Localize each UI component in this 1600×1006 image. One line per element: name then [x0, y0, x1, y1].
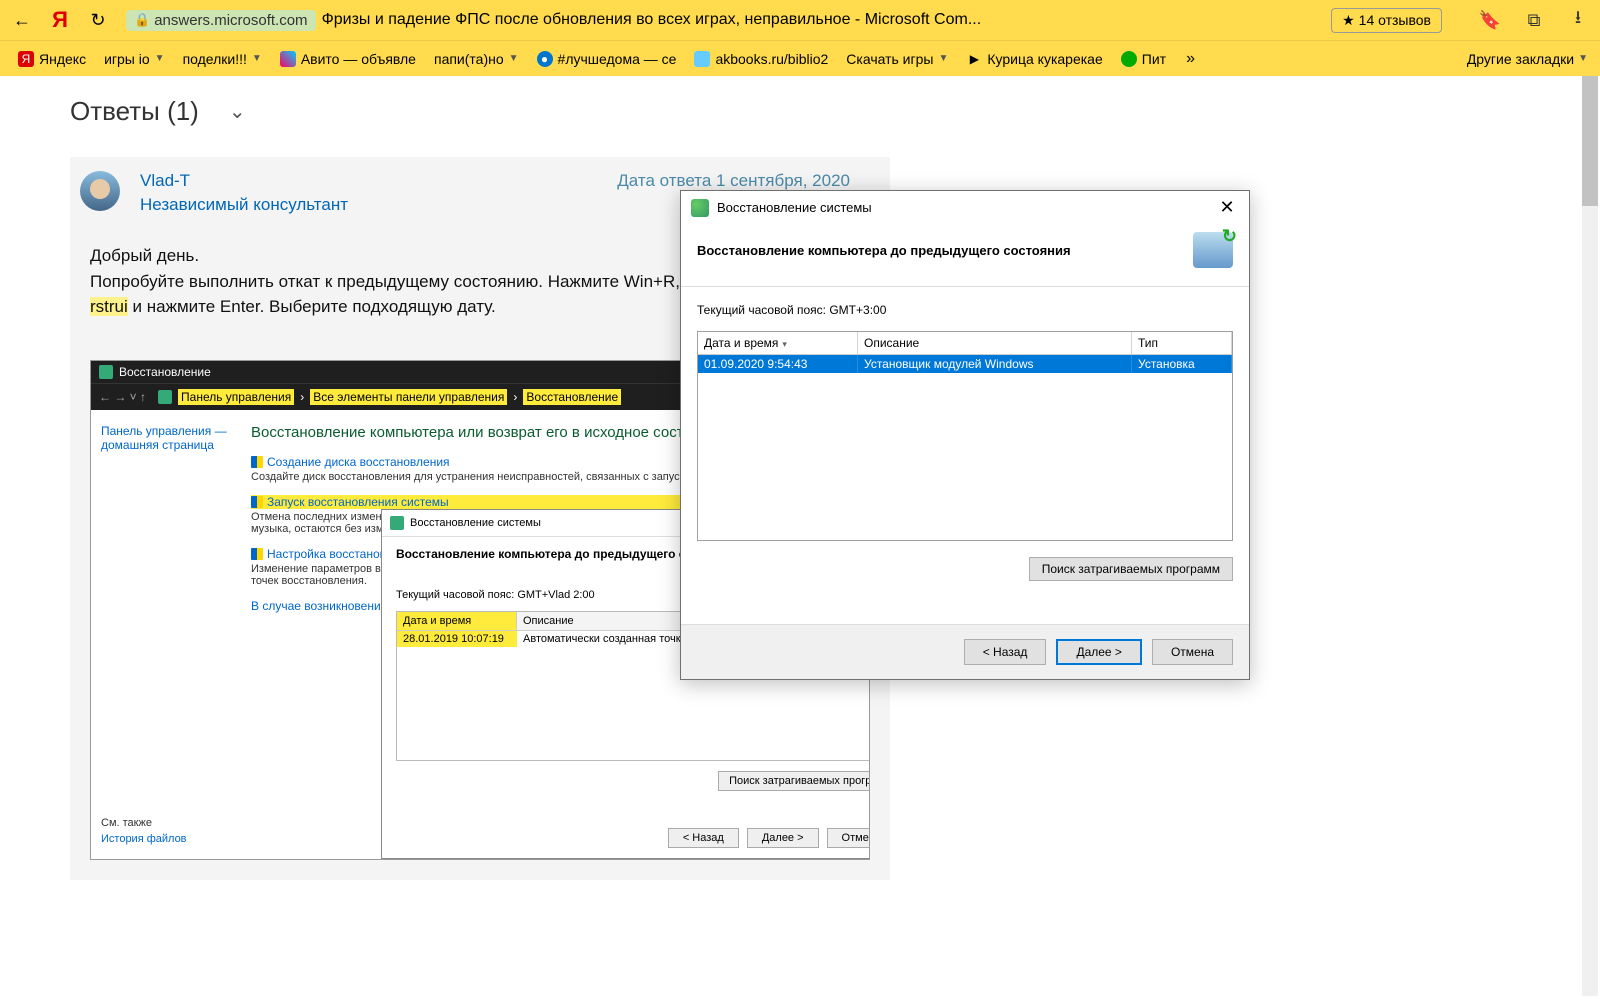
dialog-title: Восстановление системы	[717, 200, 872, 215]
chevron-down-icon: ▼	[252, 53, 262, 64]
table-header: Дата и время▾ Описание Тип	[698, 332, 1232, 355]
cell-type: Установка	[1132, 355, 1232, 373]
bookmark-icon[interactable]: 🔖	[1480, 10, 1500, 30]
toolbar-right: 🔖 ⧉ ⭳	[1480, 10, 1588, 30]
yandex-logo-icon[interactable]: Я	[50, 10, 70, 30]
timezone-label: Текущий часовой пояс: GMT+3:00	[681, 287, 1249, 327]
bookmark-item[interactable]: Скачать игры▼	[840, 48, 954, 70]
answer-date: Дата ответа 1 сентября, 2020	[617, 171, 850, 191]
answers-heading: Ответы (1)	[70, 96, 199, 127]
answers-header: Ответы (1) ⌄	[70, 96, 1530, 127]
reload-icon[interactable]: ↻	[88, 10, 108, 30]
back-icon[interactable]: ←	[12, 10, 32, 30]
restore-icon	[691, 199, 709, 217]
dialog-title-bar: Восстановление системы ✕	[681, 191, 1249, 224]
system-restore-dialog: Восстановление системы ✕ Восстановление …	[680, 190, 1250, 680]
yandex-icon: Я	[18, 51, 34, 67]
browser-toolbar: ← Я ↻ 🔒 answers.microsoft.com Фризы и па…	[0, 0, 1600, 40]
site-icon	[1121, 51, 1137, 67]
dialog-footer: < Назад Далее > Отмена	[681, 624, 1249, 679]
cell-desc: Автоматически созданная точка	[517, 631, 693, 647]
dialog-heading: Восстановление компьютера до предыдущего…	[697, 243, 1071, 258]
site-security-badge[interactable]: 🔒 answers.microsoft.com	[126, 10, 316, 31]
computer-restore-icon	[1193, 232, 1233, 268]
file-history-link[interactable]: История файлов	[101, 833, 187, 845]
restore-icon	[390, 516, 404, 530]
breadcrumb-item[interactable]: Все элементы панели управления	[310, 389, 507, 405]
breadcrumb-item[interactable]: Панель управления	[178, 389, 294, 405]
affected-programs-button[interactable]: Поиск затрагиваемых програм	[718, 771, 870, 791]
bookmark-item[interactable]: поделки!!!▼	[177, 48, 268, 70]
reviews-badge[interactable]: ★ 14 отзывов	[1331, 8, 1442, 33]
cell-date: 01.09.2020 9:54:43	[698, 355, 858, 373]
extensions-icon[interactable]: ⧉	[1524, 10, 1544, 30]
affected-programs-button[interactable]: Поиск затрагиваемых программ	[1029, 557, 1233, 581]
bookmark-item[interactable]: игры io▼	[98, 48, 170, 70]
back-button[interactable]: < Назад	[964, 639, 1047, 665]
cancel-button[interactable]: Отмена	[827, 828, 870, 848]
col-description[interactable]: Описание	[858, 332, 1132, 354]
sort-desc-icon: ▾	[782, 339, 787, 349]
folder-icon	[158, 390, 172, 404]
cell-desc: Установщик модулей Windows	[858, 355, 1132, 373]
page-title: Фризы и падение ФПС после обновления во …	[322, 11, 982, 29]
bookmark-item[interactable]: akbooks.ru/biblio2	[688, 48, 834, 70]
col-type[interactable]: Тип	[1132, 332, 1232, 354]
col-datetime[interactable]: Дата и время	[397, 612, 517, 630]
chevron-down-icon: ▼	[938, 53, 948, 64]
inner-search-row: Поиск затрагиваемых програм	[382, 765, 870, 797]
see-also-label: См. также	[101, 817, 187, 829]
breadcrumb-item[interactable]: Восстановление	[523, 389, 621, 405]
cell-date: 28.01.2019 10:07:19	[397, 631, 517, 647]
cp-sidebar: Панель управления — домашняя страница См…	[91, 410, 241, 860]
other-bookmarks[interactable]: Другие закладки▼	[1467, 51, 1588, 67]
bookmark-item[interactable]: папи(та)но▼	[428, 48, 525, 70]
shield-icon	[251, 548, 263, 560]
cp-home-link[interactable]: Панель управления — домашняя страница	[101, 424, 231, 452]
bookmark-item[interactable]: Авито — объявле	[274, 48, 422, 70]
dialog-header: Восстановление компьютера до предыдущего…	[681, 224, 1249, 287]
next-button[interactable]: Далее >	[747, 828, 819, 848]
more-bookmarks-icon[interactable]: »	[1186, 50, 1195, 68]
table-row[interactable]: 01.09.2020 9:54:43 Установщик модулей Wi…	[698, 355, 1232, 373]
address-bar[interactable]: 🔒 answers.microsoft.com Фризы и падение …	[126, 10, 981, 31]
bookmark-item[interactable]: ▶Курица кукарекае	[960, 48, 1108, 70]
reviews-count: 14 отзывов	[1359, 12, 1431, 28]
chevron-down-icon[interactable]: ⌄	[229, 99, 246, 124]
back-button[interactable]: < Назад	[668, 828, 739, 848]
star-icon: ★	[1342, 12, 1355, 29]
shield-icon	[251, 496, 263, 508]
highlighted-text: rstrui	[90, 297, 128, 316]
bookmark-item[interactable]: Пит	[1115, 48, 1172, 70]
restore-points-table: Дата и время▾ Описание Тип 01.09.2020 9:…	[697, 331, 1233, 541]
chevron-down-icon: ▼	[1578, 53, 1588, 64]
avito-icon	[280, 51, 296, 67]
lock-icon: 🔒	[134, 12, 150, 28]
shield-icon	[251, 456, 263, 468]
affected-programs-row: Поиск затрагиваемых программ	[681, 545, 1249, 589]
downloads-icon[interactable]: ⭳	[1568, 10, 1588, 30]
chevron-down-icon: ▼	[509, 53, 519, 64]
recovery-icon	[99, 365, 113, 379]
chevron-down-icon: ▼	[155, 53, 165, 64]
next-button[interactable]: Далее >	[1056, 639, 1142, 665]
avatar[interactable]	[80, 171, 120, 211]
url-host: answers.microsoft.com	[154, 12, 307, 29]
vertical-scrollbar[interactable]	[1582, 76, 1598, 996]
bookmark-item[interactable]: ●#лучшедома — се	[531, 48, 683, 70]
site-icon	[694, 51, 710, 67]
cancel-button[interactable]: Отмена	[1152, 639, 1233, 665]
scrollbar-thumb[interactable]	[1582, 76, 1598, 206]
play-icon: ▶	[966, 51, 982, 67]
col-datetime[interactable]: Дата и время▾	[698, 332, 858, 354]
chevron-right-icon: ›	[513, 390, 517, 404]
bookmarks-bar: ЯЯндекс игры io▼ поделки!!!▼ Авито — объ…	[0, 40, 1600, 76]
cp-nav-buttons[interactable]: ← → ˅ ↑	[99, 390, 146, 404]
close-icon[interactable]: ✕	[1215, 197, 1239, 218]
site-icon: ●	[537, 51, 553, 67]
bookmark-item[interactable]: ЯЯндекс	[12, 48, 92, 70]
chevron-right-icon: ›	[300, 390, 304, 404]
